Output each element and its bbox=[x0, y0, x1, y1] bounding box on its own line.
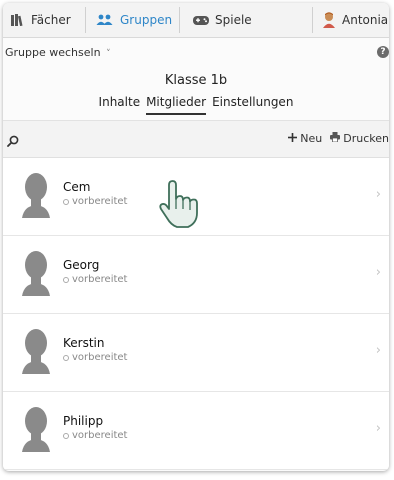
nav-divider bbox=[312, 7, 313, 33]
tab-bar: Inhalte Mitglieder Einstellungen bbox=[3, 93, 389, 115]
print-button-label: Drucken bbox=[343, 132, 389, 145]
printer-icon bbox=[330, 132, 341, 145]
user-name: Antonia bbox=[342, 13, 389, 27]
member-status: vorbereitet bbox=[63, 196, 127, 207]
status-circle-icon bbox=[63, 276, 69, 283]
member-name: Philipp bbox=[63, 414, 104, 428]
page-title: Klasse 1b bbox=[164, 73, 228, 88]
nav-divider bbox=[179, 7, 180, 33]
member-row[interactable]: Kerstin vorbereitet › bbox=[3, 314, 389, 392]
new-button[interactable]: Neu bbox=[288, 132, 322, 145]
top-navigation: Fächer Gruppen Spiele Antonia bbox=[3, 3, 389, 38]
member-status: vorbereitet bbox=[63, 430, 127, 441]
member-row[interactable]: Philipp vorbereitet › bbox=[3, 392, 389, 470]
avatar-silhouette-icon bbox=[21, 406, 51, 456]
member-status: vorbereitet bbox=[63, 274, 127, 285]
nav-label-faecher: Fächer bbox=[31, 13, 71, 27]
print-button[interactable]: Drucken bbox=[330, 132, 389, 145]
gamepad-icon bbox=[193, 15, 209, 26]
group-switch-dropdown[interactable]: Gruppe wechseln ˅ bbox=[5, 46, 111, 59]
tab-inhalte[interactable]: Inhalte bbox=[99, 93, 141, 115]
chevron-right-icon: › bbox=[375, 187, 381, 202]
nav-label-gruppen: Gruppen bbox=[120, 13, 173, 27]
nav-item-user[interactable]: Antonia bbox=[322, 9, 388, 31]
app-window: Fächer Gruppen Spiele Antonia Gruppe wec… bbox=[3, 3, 389, 471]
chevron-down-icon: ˅ bbox=[106, 49, 111, 59]
tab-mitglieder[interactable]: Mitglieder bbox=[146, 93, 207, 115]
member-name: Kerstin bbox=[63, 336, 105, 350]
member-status-text: vorbereitet bbox=[72, 274, 128, 285]
member-name: Cem bbox=[63, 180, 91, 194]
user-avatar-icon bbox=[322, 12, 336, 28]
chevron-right-icon: › bbox=[375, 265, 381, 280]
avatar-silhouette-icon bbox=[21, 328, 51, 378]
tap-hand-icon bbox=[157, 179, 205, 235]
member-row[interactable]: Georg vorbereitet › bbox=[3, 236, 389, 314]
plus-icon bbox=[288, 132, 298, 145]
books-icon bbox=[11, 14, 25, 26]
group-switch-row: Gruppe wechseln ˅ ? bbox=[3, 38, 389, 66]
group-switch-label: Gruppe wechseln bbox=[5, 46, 101, 59]
member-status-text: vorbereitet bbox=[72, 352, 128, 363]
status-circle-icon bbox=[63, 432, 69, 439]
member-status: vorbereitet bbox=[63, 352, 127, 363]
list-toolbar: Neu Drucken bbox=[3, 121, 389, 158]
group-icon bbox=[96, 14, 114, 26]
toolbar-actions: Neu Drucken bbox=[288, 132, 389, 145]
member-status-text: vorbereitet bbox=[72, 196, 128, 207]
chevron-right-icon: › bbox=[375, 343, 381, 358]
help-icon[interactable]: ? bbox=[377, 46, 389, 58]
nav-divider bbox=[85, 7, 86, 33]
status-circle-icon bbox=[63, 198, 69, 205]
avatar-silhouette-icon bbox=[21, 172, 51, 222]
new-button-label: Neu bbox=[300, 132, 323, 145]
avatar-silhouette-icon bbox=[21, 250, 51, 300]
nav-item-spiele[interactable]: Spiele bbox=[193, 9, 252, 31]
member-status-text: vorbereitet bbox=[72, 430, 128, 441]
status-circle-icon bbox=[63, 354, 69, 361]
nav-item-faecher[interactable]: Fächer bbox=[11, 9, 71, 31]
nav-item-gruppen[interactable]: Gruppen bbox=[96, 9, 172, 31]
member-name: Georg bbox=[63, 258, 100, 272]
search-icon[interactable] bbox=[7, 132, 19, 151]
nav-label-spiele: Spiele bbox=[215, 13, 252, 27]
tab-einstellungen[interactable]: Einstellungen bbox=[212, 93, 293, 115]
chevron-right-icon: › bbox=[375, 421, 381, 436]
